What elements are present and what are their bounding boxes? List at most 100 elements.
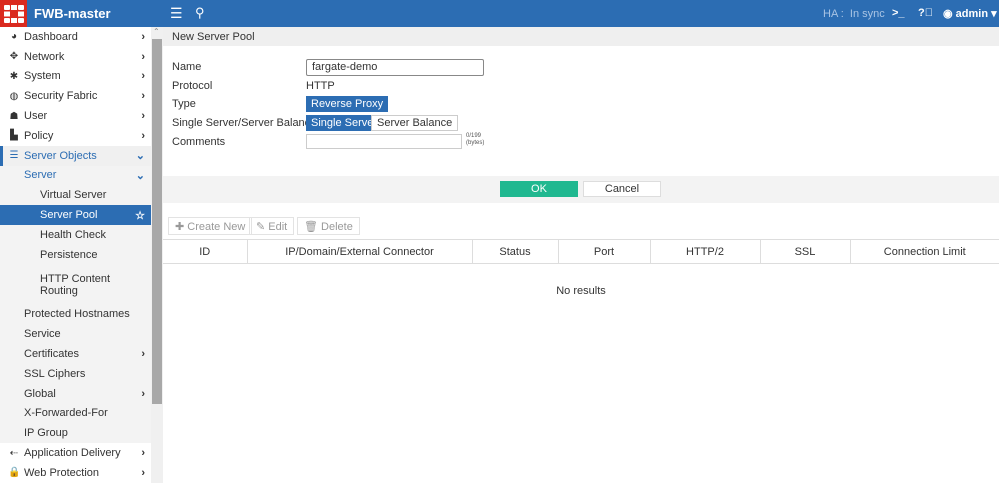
sidebar-item-label: Service — [24, 328, 61, 341]
sidebar-item-label: Security Fabric — [24, 90, 98, 103]
sidebar-item-label: IP Group — [24, 427, 68, 440]
type-reverse-proxy-button[interactable]: Reverse Proxy — [306, 96, 389, 112]
app-delivery-icon: ⇠ — [9, 447, 19, 459]
sidebar-item-label: Health Check — [40, 228, 107, 241]
sidebar-item-label: Policy — [24, 129, 54, 142]
chevron-icon: › — [141, 129, 145, 142]
sidebar-item-system[interactable]: ✱ System › — [0, 67, 151, 87]
comments-textarea[interactable] — [306, 134, 462, 149]
protocol-label: Protocol — [172, 80, 213, 92]
sidebar-item-health-check[interactable]: Health Check — [0, 224, 151, 245]
sidebar-item-policy[interactable]: ▙ Policy › — [0, 126, 151, 146]
sidebar-item-label: Dashboard — [24, 30, 78, 43]
comments-counter: 0/199 (bytes) — [466, 133, 485, 146]
cli-console-icon[interactable]: >_ — [892, 7, 905, 19]
menu-toggle-icon[interactable]: ☰ — [170, 5, 183, 22]
sidebar-item-label: Server — [24, 169, 57, 182]
chevron-icon: ⌄ — [135, 169, 145, 182]
ok-button[interactable]: OK — [500, 181, 578, 197]
dashboard-icon: ◕ — [10, 31, 18, 43]
sidebar-item-label: Certificates — [24, 348, 80, 361]
name-input[interactable]: fargate-demo — [306, 59, 484, 76]
top-header: FWB-master ☰ ⚲ HA : In sync >_ ?⃝ ◉ admi… — [0, 0, 999, 27]
sidebar-item-label: Persistence — [40, 248, 98, 261]
chevron-icon: › — [141, 90, 145, 103]
sidebar-item-label: Virtual Server — [40, 189, 107, 202]
sidebar-item-label: SSL Ciphers — [24, 367, 86, 380]
chevron-icon: › — [141, 447, 145, 460]
favorite-star-icon[interactable]: ☆ — [135, 209, 145, 222]
help-icon[interactable]: ?⃝ — [918, 7, 933, 19]
sidebar-item-persistence[interactable]: Persistence — [0, 244, 151, 265]
chevron-icon: › — [141, 30, 145, 43]
col-http2[interactable]: HTTP/2 — [650, 239, 761, 264]
sidebar-item-server-objects[interactable]: ☰ Server Objects ⌄ — [0, 145, 151, 166]
lock-icon: 🔒 — [8, 467, 21, 479]
pencil-icon: ✎ — [256, 221, 266, 233]
server-table: ID IP/Domain/External Connector Status P… — [163, 239, 999, 264]
sidebar-scrollbar[interactable]: ⌃ — [151, 27, 163, 483]
chevron-icon: › — [141, 70, 145, 83]
balance-label: Single Server/Server Balance — [172, 117, 317, 129]
sidebar-item-label: System — [24, 70, 61, 83]
admin-menu[interactable]: ◉ admin ▾ — [943, 7, 997, 20]
name-label: Name — [172, 61, 202, 73]
server-balance-button[interactable]: Server Balance — [371, 115, 459, 131]
sidebar: ◕ Dashboard › ✥ Network › ✱ System › ◍ Security Fa… — [0, 27, 151, 483]
sidebar-item-label: Web Protection — [24, 466, 100, 479]
chevron-icon: ⌄ — [135, 150, 145, 163]
col-ip[interactable]: IP/Domain/External Connector — [247, 239, 473, 264]
chevron-icon: › — [141, 50, 145, 63]
col-connection-limit[interactable]: Connection Limit — [850, 239, 999, 264]
sidebar-item-dashboard[interactable]: ◕ Dashboard › — [0, 27, 151, 47]
gear-icon: ✱ — [9, 70, 19, 82]
sidebar-item-web-protection[interactable]: 🔒 Web Protection › — [0, 463, 151, 483]
sidebar-item-protected-hostnames[interactable]: Protected Hostnames — [0, 304, 151, 325]
form-footer: OK Cancel — [163, 176, 999, 203]
chevron-icon: › — [141, 110, 145, 123]
protocol-value: HTTP — [306, 80, 335, 92]
fabric-icon: ◍ — [9, 90, 19, 102]
chevron-icon: › — [141, 387, 145, 400]
sidebar-item-virtual-server[interactable]: Virtual Server — [0, 185, 151, 206]
sidebar-item-x-forwarded-for[interactable]: X-Forwarded-For — [0, 403, 151, 424]
delete-button[interactable]: 🗑 Delete — [297, 217, 360, 235]
col-status[interactable]: Status — [472, 239, 559, 264]
sidebar-item-label: Application Delivery — [24, 447, 121, 460]
sidebar-item-server-pool[interactable]: Server Pool ☆ — [0, 205, 151, 225]
sidebar-item-global[interactable]: Global › — [0, 383, 151, 404]
sidebar-item-label: X-Forwarded-For — [24, 407, 108, 420]
sidebar-item-server[interactable]: Server ⌄ — [0, 165, 151, 186]
col-port[interactable]: Port — [558, 239, 651, 264]
type-label: Type — [172, 98, 196, 110]
cancel-button[interactable]: Cancel — [583, 181, 661, 197]
page-title: New Server Pool — [163, 27, 999, 46]
comments-label: Comments — [172, 136, 226, 148]
create-new-button[interactable]: ✚ Create New — [168, 217, 253, 235]
server-objects-icon: ☰ — [9, 150, 19, 162]
sidebar-item-user[interactable]: ☗ User › — [0, 106, 151, 126]
sidebar-item-label: Protected Hostnames — [24, 308, 130, 321]
sidebar-item-service[interactable]: Service — [0, 324, 151, 345]
edit-button[interactable]: ✎ Edit — [249, 217, 295, 235]
sidebar-item-http-content-routing[interactable]: HTTP Content Routing — [0, 264, 151, 305]
search-icon[interactable]: ⚲ — [195, 5, 205, 21]
col-ssl[interactable]: SSL — [760, 239, 851, 264]
device-name: FWB-master — [34, 6, 111, 21]
policy-icon: ▙ — [10, 130, 18, 142]
sidebar-item-ip-group[interactable]: IP Group — [0, 423, 151, 444]
sidebar-item-label: User — [24, 110, 48, 123]
sidebar-item-security-fabric[interactable]: ◍ Security Fabric › — [0, 86, 151, 106]
sidebar-item-certificates[interactable]: Certificates › — [0, 344, 151, 364]
sidebar-item-label: Server Objects — [24, 149, 97, 162]
sidebar-item-label: Global — [24, 387, 56, 400]
sidebar-item-network[interactable]: ✥ Network › — [0, 47, 151, 67]
col-id[interactable]: ID — [163, 239, 248, 264]
sidebar-item-application-delivery[interactable]: ⇠ Application Delivery › — [0, 443, 151, 463]
user-icon: ☗ — [9, 110, 19, 122]
fortinet-logo-icon — [0, 0, 27, 27]
plus-icon: ✚ — [175, 221, 185, 233]
sidebar-item-label: HTTP Content Routing — [40, 272, 111, 297]
sidebar-item-ssl-ciphers[interactable]: SSL Ciphers — [0, 363, 151, 384]
ha-status: HA : In sync — [823, 8, 885, 20]
